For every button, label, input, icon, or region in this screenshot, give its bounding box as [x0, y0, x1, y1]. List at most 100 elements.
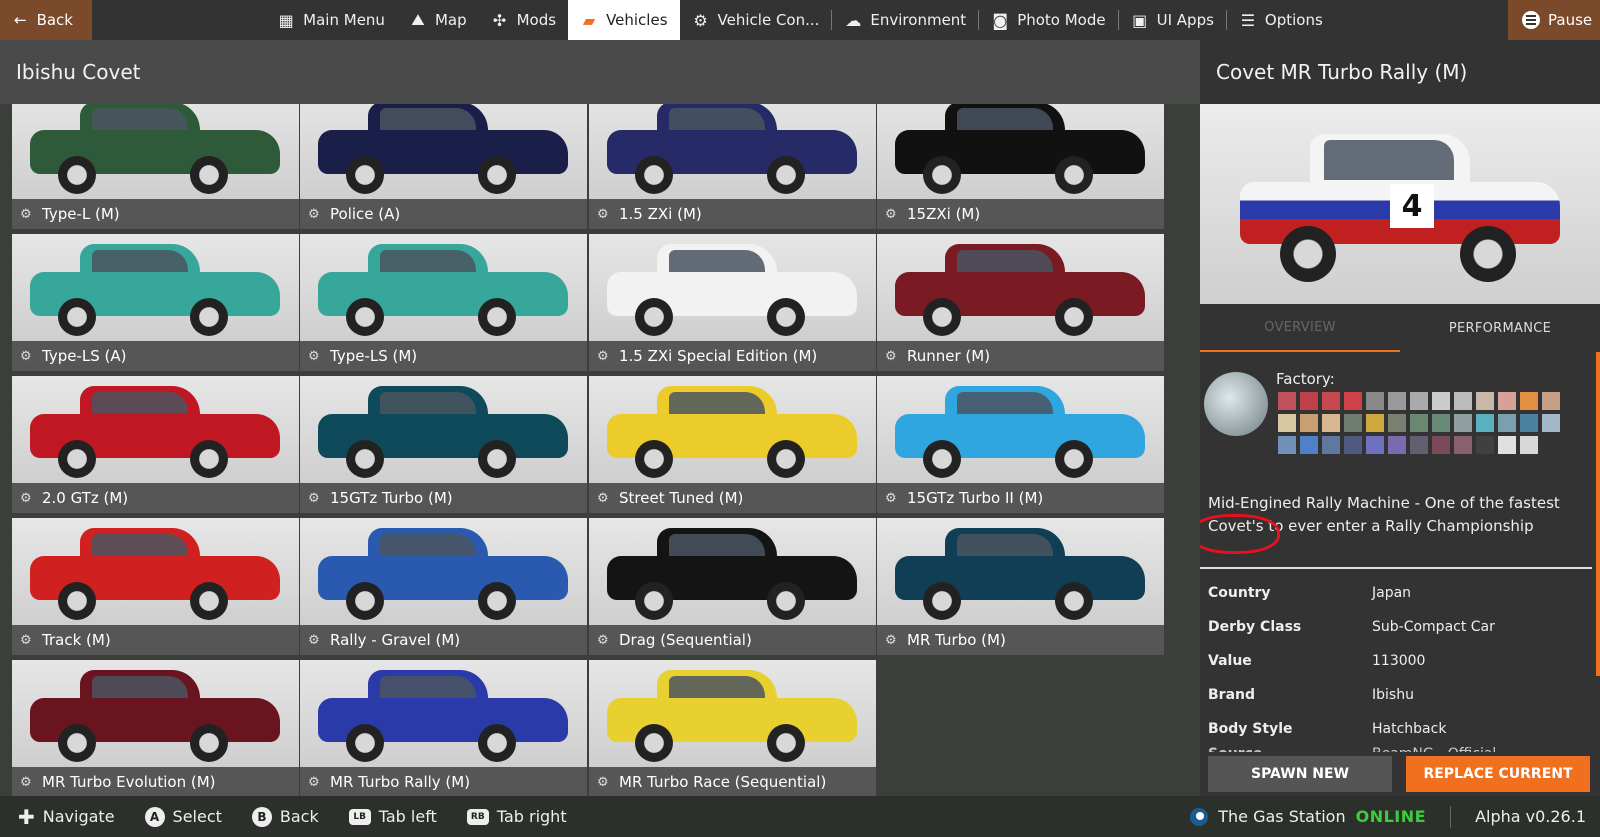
config-label-bar: ⚙ Runner (M) [877, 341, 1164, 371]
property-row: Brand Ibishu [1208, 678, 1588, 712]
paint-swatch[interactable] [1410, 436, 1428, 454]
config-tile[interactable]: ⚙ 1.5 ZXi Special Edition (M) [589, 234, 876, 371]
property-row: Value 113000 [1208, 644, 1588, 678]
tab-options[interactable]: ☰ Options [1227, 0, 1335, 40]
paint-swatch[interactable] [1454, 392, 1472, 410]
tab-overview[interactable]: OVERVIEW [1200, 304, 1400, 352]
config-tile[interactable]: ⚙ Type-L (M) [12, 104, 299, 229]
config-tile[interactable]: ⚙ Police (A) [300, 104, 587, 229]
car-thumbnail [895, 244, 1145, 336]
paint-swatch[interactable] [1410, 414, 1428, 432]
tab-ui-apps[interactable]: ▣ UI Apps [1119, 0, 1226, 40]
paint-swatch[interactable] [1300, 392, 1318, 410]
paint-swatch[interactable] [1498, 414, 1516, 432]
property-key: Body Style [1208, 721, 1293, 737]
config-tile[interactable]: ⚙ Type-LS (M) [300, 234, 587, 371]
paint-swatch[interactable] [1410, 392, 1428, 410]
menu-item-label: Vehicles [606, 11, 668, 29]
tab-performance[interactable]: PERFORMANCE [1400, 304, 1600, 352]
paint-swatch[interactable] [1366, 414, 1384, 432]
paint-swatch[interactable] [1542, 414, 1560, 432]
paint-swatch[interactable] [1476, 392, 1494, 410]
config-icon: ⚙ [20, 490, 32, 506]
config-tile[interactable]: ⚙ MR Turbo (M) [877, 518, 1164, 655]
config-tile[interactable]: ⚙ Type-LS (A) [12, 234, 299, 371]
paint-swatch[interactable] [1366, 392, 1384, 410]
tab-map[interactable]: ⛰ Map [397, 0, 479, 40]
car-thumbnail [607, 386, 857, 478]
paint-swatch[interactable] [1432, 436, 1450, 454]
hint-select[interactable]: A Select [144, 806, 222, 827]
config-tile[interactable]: ⚙ Rally - Gravel (M) [300, 518, 587, 655]
paint-swatch[interactable] [1432, 392, 1450, 410]
paint-swatch[interactable] [1344, 414, 1362, 432]
paint-swatch[interactable] [1388, 414, 1406, 432]
detail-tabs: OVERVIEW PERFORMANCE [1200, 304, 1600, 352]
paint-swatch[interactable] [1388, 392, 1406, 410]
paint-swatch[interactable] [1520, 436, 1538, 454]
config-tile[interactable]: ⚙ Runner (M) [877, 234, 1164, 371]
server-status: The Gas Station ONLINE Alpha v0.26.1 [1190, 796, 1586, 837]
config-tile[interactable]: ⚙ 2.0 GTz (M) [12, 376, 299, 513]
hint-back[interactable]: B Back [251, 806, 319, 827]
hint-tab-right[interactable]: RB Tab right [466, 807, 567, 826]
paint-swatch[interactable] [1476, 414, 1494, 432]
paint-swatch[interactable] [1520, 414, 1538, 432]
paint-swatch[interactable] [1344, 392, 1362, 410]
car-icon: ▰ [582, 10, 596, 30]
config-icon: ⚙ [20, 348, 32, 364]
paint-swatch[interactable] [1454, 414, 1472, 432]
hint-navigate[interactable]: ✚ Navigate [18, 805, 115, 829]
tab-environment[interactable]: ☁ Environment [832, 0, 978, 40]
paint-swatch[interactable] [1454, 436, 1472, 454]
paint-swatch[interactable] [1366, 436, 1384, 454]
scrollbar[interactable] [1596, 352, 1600, 676]
tab-main-menu[interactable]: ▦ Main Menu [265, 0, 397, 40]
paint-swatch[interactable] [1300, 414, 1318, 432]
paint-swatch[interactable] [1344, 436, 1362, 454]
pause-button[interactable]: Pause [1508, 0, 1600, 40]
tab-photo-mode[interactable]: ◙ Photo Mode [979, 0, 1117, 40]
paint-swatch[interactable] [1322, 392, 1340, 410]
config-name: 15GTz Turbo (M) [330, 489, 453, 507]
property-key: Country [1208, 585, 1271, 601]
config-label-bar: ⚙ MR Turbo Race (Sequential) [589, 767, 876, 796]
spawn-new-button[interactable]: SPAWN NEW [1208, 756, 1392, 792]
tab-vehicle-con[interactable]: ⚙ Vehicle Con... [680, 0, 832, 40]
config-tile[interactable]: ⚙ Track (M) [12, 518, 299, 655]
config-tile[interactable]: ⚙ MR Turbo Race (Sequential) [589, 660, 876, 796]
paint-swatch[interactable] [1322, 414, 1340, 432]
divider [1200, 567, 1592, 569]
config-label-bar: ⚙ Type-LS (A) [12, 341, 299, 371]
config-tile[interactable]: ⚙ MR Turbo Rally (M) [300, 660, 587, 796]
replace-current-button[interactable]: REPLACE CURRENT [1406, 756, 1590, 792]
paint-swatch[interactable] [1498, 392, 1516, 410]
config-name: 1.5 ZXi (M) [619, 205, 702, 223]
config-tile[interactable]: ⚙ 15ZXi (M) [877, 104, 1164, 229]
config-tile[interactable]: ⚙ MR Turbo Evolution (M) [12, 660, 299, 796]
paint-swatch[interactable] [1322, 436, 1340, 454]
paint-swatch[interactable] [1278, 414, 1296, 432]
paint-swatch[interactable] [1542, 392, 1560, 410]
paint-swatch[interactable] [1520, 392, 1538, 410]
paint-swatch[interactable] [1278, 436, 1296, 454]
puzzle-icon: ✣ [492, 10, 507, 30]
paint-swatch[interactable] [1278, 392, 1296, 410]
paint-swatch[interactable] [1388, 436, 1406, 454]
config-label-bar: ⚙ Track (M) [12, 625, 299, 655]
car-thumbnail [607, 670, 857, 762]
paint-swatch[interactable] [1432, 414, 1450, 432]
hint-tab-left[interactable]: LB Tab left [348, 807, 437, 826]
config-tile[interactable]: ⚙ 15GTz Turbo (M) [300, 376, 587, 513]
paint-swatch[interactable] [1498, 436, 1516, 454]
paint-swatch[interactable] [1300, 436, 1318, 454]
back-button[interactable]: ← Back [0, 0, 92, 40]
config-tile[interactable]: ⚙ 15GTz Turbo II (M) [877, 376, 1164, 513]
tab-vehicles[interactable]: ▰ Vehicles [568, 0, 680, 40]
tab-mods[interactable]: ✣ Mods [479, 0, 568, 40]
config-tile[interactable]: ⚙ 1.5 ZXi (M) [589, 104, 876, 229]
paint-swatch[interactable] [1476, 436, 1494, 454]
config-name: 15ZXi (M) [907, 205, 981, 223]
config-tile[interactable]: ⚙ Drag (Sequential) [589, 518, 876, 655]
config-tile[interactable]: ⚙ Street Tuned (M) [589, 376, 876, 513]
